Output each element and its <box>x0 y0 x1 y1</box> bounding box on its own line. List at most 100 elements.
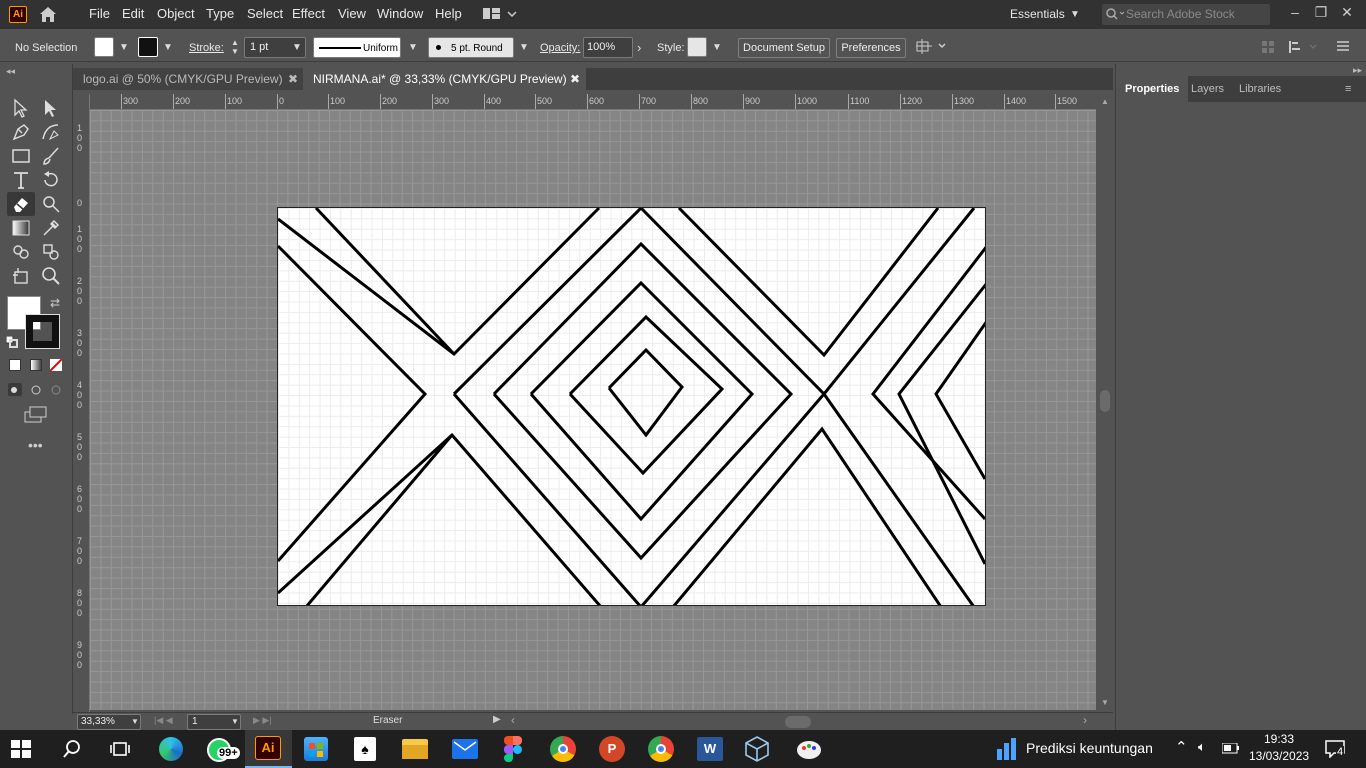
none-mode-icon[interactable] <box>50 359 62 371</box>
eraser-tool-icon[interactable] <box>10 193 32 215</box>
clock-date[interactable]: 13/03/2023 <box>1249 749 1309 763</box>
task-view-icon[interactable] <box>109 739 131 759</box>
tab-libraries[interactable]: Libraries <box>1230 76 1290 102</box>
variable-width-profile[interactable]: Uniform <box>313 37 401 58</box>
puppet-warp-tool-icon[interactable] <box>40 193 62 215</box>
stroke-swatch[interactable] <box>138 37 158 57</box>
close-tab-icon[interactable]: ✖ <box>570 68 580 90</box>
workspace-switcher[interactable]: Essentials <box>1010 7 1065 21</box>
chevron-down-icon[interactable]: ▼ <box>408 42 418 53</box>
tab-nirmana[interactable]: NIRMANA.ai* @ 33,33% (CMYK/GPU Preview) ✖ <box>303 68 586 90</box>
screen-mode-icon[interactable] <box>24 406 48 424</box>
scroll-right-icon[interactable]: › <box>1083 713 1087 727</box>
menu-file[interactable]: File <box>89 6 110 21</box>
menu-help[interactable]: Help <box>435 6 462 21</box>
solitaire-icon[interactable]: ♠ <box>354 737 376 761</box>
more-tools-icon[interactable]: ••• <box>28 437 43 453</box>
align-icons[interactable] <box>1262 40 1356 54</box>
shape-builder-tool-icon[interactable] <box>10 241 32 263</box>
chevron-up-icon[interactable]: ⌃ <box>1175 738 1188 756</box>
virtualbox-icon[interactable] <box>745 736 769 762</box>
arrange-documents-icon[interactable] <box>483 7 519 21</box>
menu-window[interactable]: Window <box>377 6 423 21</box>
chevron-right-icon[interactable]: › <box>637 40 641 55</box>
status-menu-icon[interactable]: ▶ <box>493 714 501 725</box>
h-scroll-thumb[interactable] <box>785 716 811 728</box>
close-tab-icon[interactable]: ✖ <box>288 68 298 90</box>
rotate-tool-icon[interactable] <box>40 169 62 191</box>
opacity-field[interactable]: 100% <box>583 37 633 58</box>
menu-object[interactable]: Object <box>157 6 195 21</box>
search-icon[interactable] <box>62 739 82 759</box>
scroll-up-icon[interactable]: ▲ <box>1101 97 1109 106</box>
powerpoint-icon[interactable]: P <box>599 736 625 762</box>
gradient-tool-icon[interactable] <box>10 217 32 239</box>
stock-news-icon[interactable] <box>996 737 1018 761</box>
whatsapp-icon[interactable]: 99+ <box>205 735 240 763</box>
paintbrush-tool-icon[interactable] <box>40 145 62 167</box>
drawing-modes-icon[interactable] <box>8 383 68 397</box>
first-artboard-icon[interactable]: |◀ ◀ <box>154 715 173 726</box>
news-widget-text[interactable]: Prediksi keuntungan <box>1026 740 1153 756</box>
tab-layers[interactable]: Layers <box>1182 76 1233 102</box>
swap-colors-icon[interactable]: ⇄ <box>50 296 60 310</box>
menu-type[interactable]: Type <box>206 6 234 21</box>
color-mode-icon[interactable] <box>9 359 21 371</box>
figma-icon[interactable] <box>504 736 522 762</box>
default-colors-icon[interactable] <box>6 336 18 348</box>
chevron-down-icon[interactable]: ▼ <box>119 42 129 53</box>
microsoft-store-icon[interactable] <box>304 737 328 761</box>
stroke-label[interactable]: Stroke: <box>189 42 224 54</box>
restore-button[interactable]: ❐ <box>1311 4 1331 22</box>
artboard[interactable] <box>277 207 986 606</box>
scroll-left-icon[interactable]: ‹ <box>511 713 515 727</box>
menu-edit[interactable]: Edit <box>122 6 144 21</box>
gradient-mode-icon[interactable] <box>30 359 42 371</box>
search-stock-input[interactable]: Search Adobe Stock <box>1102 4 1270 25</box>
home-icon[interactable] <box>38 5 58 23</box>
graphic-style-swatch[interactable] <box>687 37 707 57</box>
chrome-icon[interactable] <box>550 736 576 762</box>
clock-time[interactable]: 19:33 <box>1264 732 1294 746</box>
eyedropper-tool-icon[interactable] <box>40 217 62 239</box>
chevron-down-icon[interactable]: ▼ <box>519 42 529 53</box>
menu-effect[interactable]: Effect <box>292 6 325 21</box>
curvature-tool-icon[interactable] <box>40 121 62 143</box>
battery-icon[interactable] <box>1222 743 1240 754</box>
scroll-thumb[interactable] <box>1100 390 1110 412</box>
tab-properties[interactable]: Properties <box>1116 76 1189 102</box>
chevron-down-icon[interactable]: ▼ <box>163 42 173 53</box>
document-setup-button[interactable]: Document Setup <box>738 38 830 58</box>
chrome-profile-icon[interactable] <box>648 736 674 762</box>
word-icon[interactable]: W <box>697 737 723 761</box>
illustrator-taskbar-icon[interactable]: Ai <box>255 736 281 760</box>
file-explorer-icon[interactable] <box>402 739 428 759</box>
fill-swatch[interactable] <box>94 37 114 57</box>
zoom-tool-icon[interactable] <box>40 265 62 287</box>
menu-select[interactable]: Select <box>247 6 283 21</box>
type-tool-icon[interactable] <box>10 169 32 191</box>
pen-tool-icon[interactable] <box>10 121 32 143</box>
close-window-button[interactable]: ✕ <box>1337 4 1357 22</box>
minimize-button[interactable]: – <box>1285 4 1305 22</box>
arrange-icon[interactable] <box>916 39 948 55</box>
menu-view[interactable]: View <box>338 6 366 21</box>
last-artboard-icon[interactable]: ▶ ▶| <box>253 715 272 726</box>
tab-logo[interactable]: logo.ai @ 50% (CMYK/GPU Preview) ✖ <box>73 68 303 90</box>
selection-tool-icon[interactable] <box>10 97 32 119</box>
direct-selection-tool-icon[interactable] <box>40 97 62 119</box>
collapse-icon[interactable]: ◂◂ <box>6 66 15 77</box>
stroke-color-box[interactable] <box>25 314 60 349</box>
collapse-panel-icon[interactable]: ▸▸ <box>1353 65 1362 76</box>
opacity-label[interactable]: Opacity: <box>540 42 580 54</box>
rectangle-tool-icon[interactable] <box>10 145 32 167</box>
brush-definition[interactable]: 5 pt. Round <box>428 37 514 58</box>
stepper-icon[interactable]: ▲ ▼ <box>231 38 239 56</box>
scroll-down-icon[interactable]: ▼ <box>1101 698 1109 707</box>
live-paint-tool-icon[interactable] <box>40 241 62 263</box>
windows-start-icon[interactable] <box>10 739 32 759</box>
paint-icon[interactable] <box>795 737 823 761</box>
volume-icon[interactable]: 🔈︎ <box>1198 739 1206 755</box>
panel-menu-icon[interactable]: ≡ <box>1345 83 1351 95</box>
edge-icon[interactable] <box>157 735 187 763</box>
